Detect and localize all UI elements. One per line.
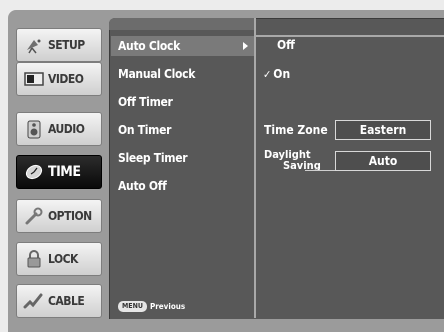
menu-item-label: Auto Off <box>118 179 167 193</box>
wrench-icon <box>23 206 45 226</box>
speaker-icon <box>23 119 45 139</box>
tab-cable[interactable]: CABLE <box>16 284 102 318</box>
tab-label: SETUP <box>48 38 85 52</box>
option-off[interactable]: Off <box>277 38 295 52</box>
tab-label: AUDIO <box>48 122 85 136</box>
menu-item-sleep-timer[interactable]: Sleep Timer <box>111 148 254 168</box>
menu-key-badge[interactable]: MENU <box>118 301 147 312</box>
tab-video[interactable]: VIDEO <box>16 62 102 96</box>
menu-item-auto-clock[interactable]: Auto Clock <box>111 36 254 56</box>
cable-plug-icon <box>23 291 45 311</box>
tab-label: VIDEO <box>48 72 84 86</box>
menu-item-on-timer[interactable]: On Timer <box>111 120 254 140</box>
option-off-label: Off <box>277 38 295 52</box>
option-on[interactable]: ✓ On <box>263 67 290 81</box>
menu-item-label: Manual Clock <box>118 67 196 81</box>
tab-time[interactable]: TIME <box>16 155 102 189</box>
footer-hint: MENU Previous <box>118 301 185 312</box>
tab-setup[interactable]: SETUP <box>16 28 102 62</box>
menu-item-label: On Timer <box>118 123 172 137</box>
option-on-label: On <box>273 67 291 81</box>
tab-label: CABLE <box>48 294 85 308</box>
tab-label: OPTION <box>48 209 92 223</box>
daylight-saving-field[interactable]: Auto <box>335 151 431 171</box>
checkmark-icon: ✓ <box>263 68 272 81</box>
panel-header-strip <box>109 18 254 30</box>
column-divider <box>254 18 256 318</box>
tab-option[interactable]: OPTION <box>16 199 102 233</box>
clock-icon <box>23 162 45 182</box>
daylight-underline <box>305 170 335 171</box>
tv-screen-icon <box>23 69 45 89</box>
tab-audio[interactable]: AUDIO <box>16 112 102 146</box>
menu-item-auto-off[interactable]: Auto Off <box>111 176 254 196</box>
tab-label: TIME <box>48 164 81 180</box>
menu-item-manual-clock[interactable]: Manual Clock <box>111 64 254 84</box>
time-zone-field[interactable]: Eastern <box>335 120 431 140</box>
menu-item-off-timer[interactable]: Off Timer <box>111 92 254 112</box>
time-zone-label: Time Zone <box>264 123 328 137</box>
tab-lock[interactable]: LOCK <box>16 242 102 276</box>
tab-label: LOCK <box>48 252 78 266</box>
footer-previous-text: Previous <box>149 302 186 311</box>
option-header-divider <box>256 35 444 37</box>
menu-item-label: Sleep Timer <box>118 151 188 165</box>
satellite-dish-icon <box>23 35 45 55</box>
submenu-arrow-icon <box>243 42 248 50</box>
menu-item-label: Auto Clock <box>118 39 180 53</box>
menu-item-label: Off Timer <box>118 95 173 109</box>
padlock-icon <box>23 249 45 269</box>
